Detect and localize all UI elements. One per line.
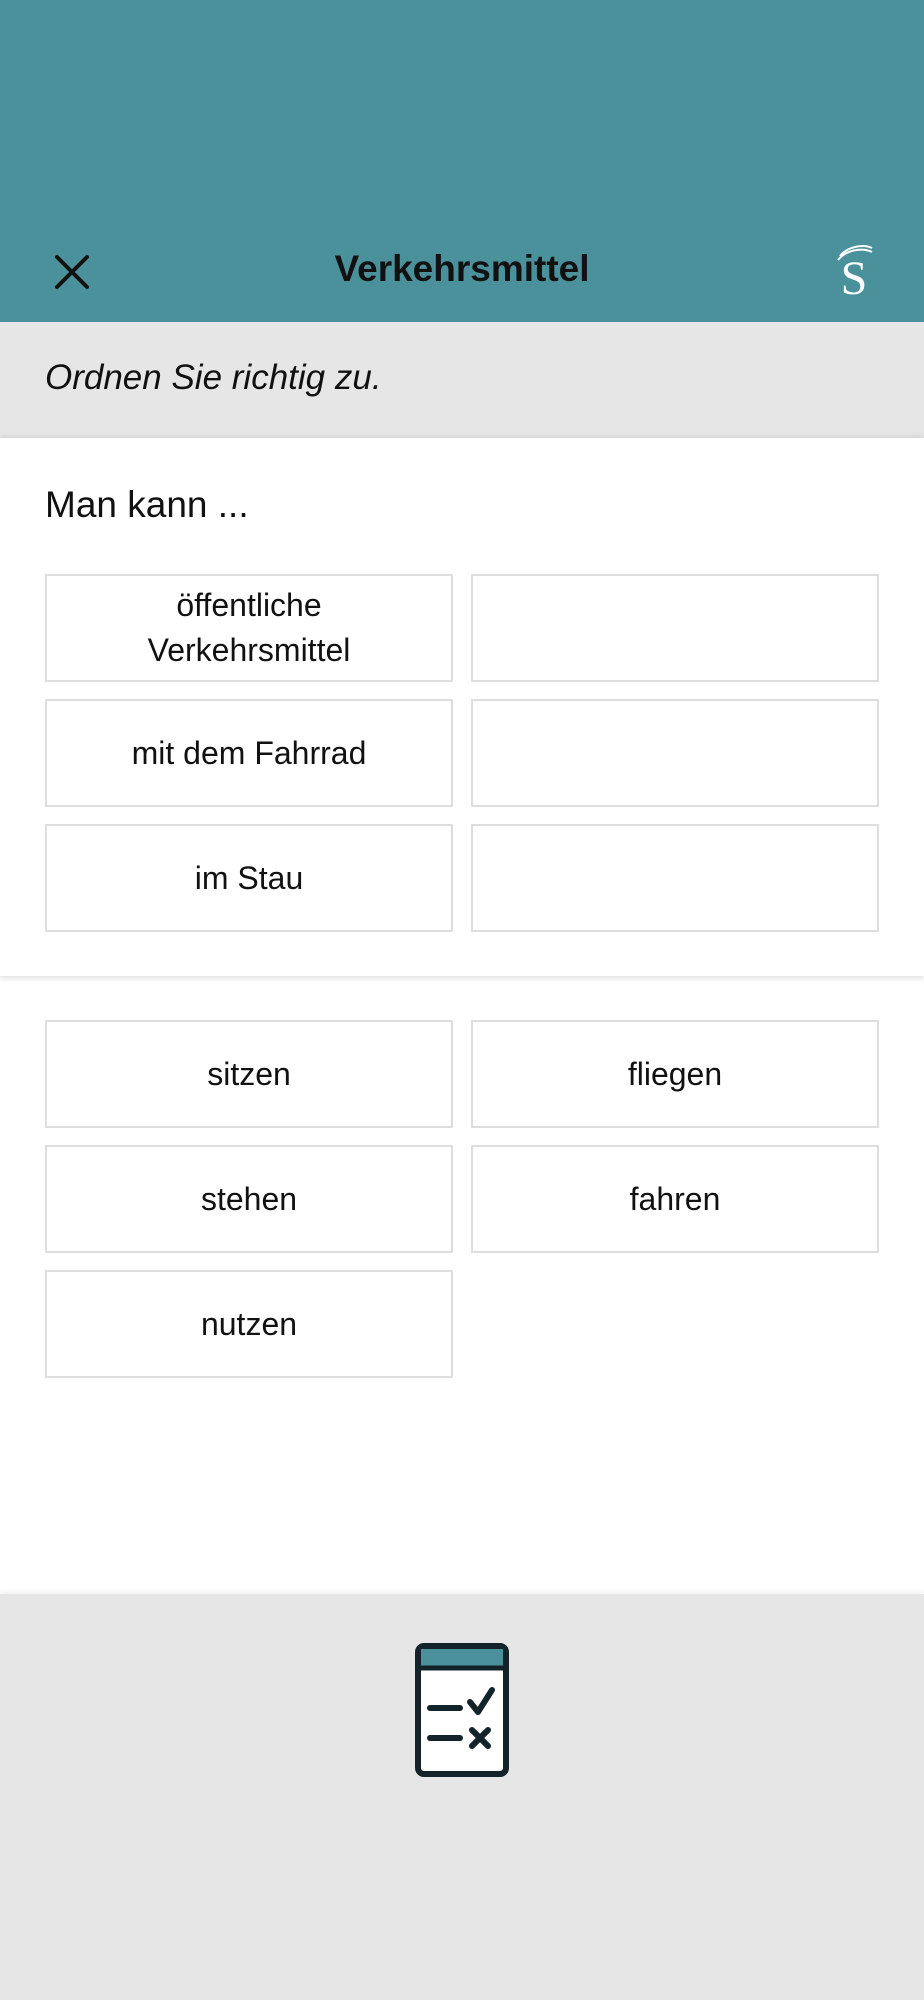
word-option[interactable]: stehen <box>45 1145 453 1253</box>
instruction-text: Ordnen Sie richtig zu. <box>45 358 382 397</box>
phrase-text: mit dem Fahrrad <box>131 734 367 771</box>
checklist-icon <box>415 1643 509 1777</box>
word-option[interactable]: sitzen <box>45 1020 453 1128</box>
page-title: Verkehrsmittel <box>334 248 590 289</box>
phrase-text: öffentliche Verkehrsmittel <box>147 587 351 668</box>
drop-slot[interactable] <box>471 699 879 807</box>
phrase-box: öffentliche Verkehrsmittel <box>45 574 453 682</box>
logo: S <box>837 245 873 302</box>
phrase-box: mit dem Fahrrad <box>45 699 453 807</box>
drop-slot[interactable] <box>471 824 879 932</box>
word-option[interactable]: nutzen <box>45 1270 453 1378</box>
phrase-text: im Stau <box>194 859 304 896</box>
task-prompt: Man kann ... <box>45 484 249 525</box>
word-option[interactable]: fahren <box>471 1145 879 1253</box>
word-option[interactable]: fliegen <box>471 1020 879 1128</box>
check-answers-button[interactable] <box>414 1642 510 1778</box>
svg-text:S: S <box>841 252 868 302</box>
drop-slot[interactable] <box>471 574 879 682</box>
phrase-box: im Stau <box>45 824 453 932</box>
